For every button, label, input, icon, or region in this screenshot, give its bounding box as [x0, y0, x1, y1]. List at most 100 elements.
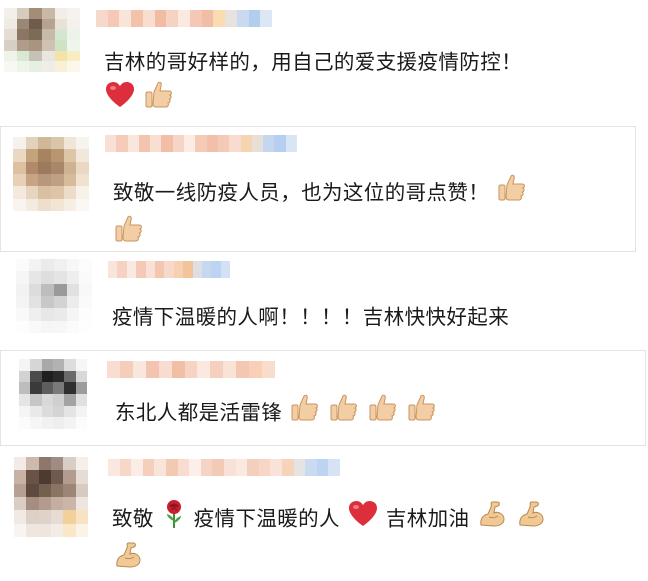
avatar-mosaic-cell — [54, 61, 68, 72]
avatar-mosaic-cell — [30, 382, 42, 394]
avatar-mosaic-cell — [63, 186, 77, 199]
avatar-mosaic-cell — [75, 496, 88, 511]
avatar-mosaic-cell — [63, 198, 77, 211]
username-mosaic-cell — [105, 135, 117, 152]
username-mosaic-cell — [248, 10, 261, 27]
avatar-mosaic-cell — [4, 29, 17, 40]
avatar-mosaic-cell — [75, 457, 88, 471]
username-mosaic-cell — [328, 459, 340, 476]
avatar-mosaic-cell — [79, 295, 92, 309]
avatar-mosaic-cell — [42, 40, 55, 51]
avatar-mosaic-cell — [16, 50, 30, 62]
username-mosaic-cell — [132, 361, 146, 378]
username-mosaic-cell — [145, 261, 155, 278]
username[interactable] — [107, 361, 275, 378]
avatar-mosaic-cell — [50, 523, 64, 537]
avatar[interactable] — [13, 137, 89, 211]
avatar-mosaic-cell — [4, 40, 17, 51]
avatar-mosaic-cell — [38, 161, 51, 174]
avatar[interactable] — [19, 359, 87, 429]
avatar-mosaic-cell — [76, 173, 89, 187]
avatar-mosaic-cell — [54, 50, 68, 62]
avatar-mosaic-cell — [75, 470, 88, 484]
avatar-mosaic-cell — [75, 523, 88, 537]
username-mosaic-cell — [119, 361, 133, 378]
username[interactable] — [108, 261, 230, 278]
username-mosaic-cell — [211, 261, 221, 278]
avatar[interactable] — [16, 259, 92, 333]
comment-text: 致敬一线防疫人员，也为这位的哥点赞！ — [113, 173, 528, 255]
avatar-mosaic-cell — [19, 359, 31, 371]
username-mosaic-cell — [165, 459, 178, 476]
avatar-mosaic-cell — [16, 271, 29, 284]
avatar-mosaic-cell — [54, 295, 67, 309]
username-mosaic-cell — [251, 135, 264, 152]
avatar-mosaic-cell — [14, 510, 27, 524]
username[interactable] — [108, 459, 340, 476]
avatar-mosaic-cell — [50, 483, 64, 497]
username-mosaic-cell — [223, 361, 237, 378]
comment-line-2 — [112, 540, 547, 581]
username-mosaic-cell — [177, 459, 190, 476]
avatar-mosaic-cell — [26, 483, 39, 497]
avatar[interactable] — [14, 457, 88, 537]
thumbs-up-emoji-icon — [329, 393, 359, 434]
username-mosaic-cell — [107, 10, 120, 27]
username-mosaic-cell — [225, 10, 237, 27]
username-mosaic-cell — [201, 261, 212, 278]
avatar-mosaic-cell — [52, 394, 65, 406]
avatar-mosaic-cell — [4, 61, 17, 72]
username-mosaic-cell — [184, 135, 196, 152]
avatar-mosaic-cell — [41, 271, 54, 284]
avatar-mosaic-cell — [64, 359, 76, 371]
avatar-mosaic-cell — [63, 483, 76, 497]
avatar-mosaic-cell — [63, 523, 76, 537]
avatar-mosaic-cell — [52, 417, 65, 429]
avatar-mosaic-cell — [50, 470, 64, 484]
avatar-mosaic-cell — [63, 457, 76, 471]
username-mosaic-cell — [206, 135, 218, 152]
avatar-mosaic-cell — [38, 496, 51, 511]
username-mosaic-cell — [154, 459, 166, 476]
avatar-mosaic-cell — [29, 61, 42, 72]
username-mosaic-cell — [249, 361, 263, 378]
comment-text: 致敬 疫情下温暖的人 吉林加油 — [112, 499, 547, 581]
avatar-mosaic-cell — [75, 394, 87, 406]
avatar-mosaic-cell — [4, 50, 17, 62]
username-mosaic-cell — [213, 10, 226, 27]
red-heart-emoji-icon — [348, 500, 378, 539]
avatar-mosaic-cell — [13, 198, 26, 211]
avatar-mosaic-cell — [13, 137, 26, 150]
avatar-mosaic-cell — [16, 295, 29, 309]
avatar-mosaic-cell — [54, 283, 67, 296]
avatar-mosaic-cell — [16, 320, 29, 333]
username-mosaic-cell — [138, 135, 151, 152]
avatar-mosaic-cell — [16, 8, 30, 19]
avatar-mosaic-cell — [67, 40, 80, 51]
comment-line-1: 疫情下温暖的人啊！！！！吉林快快好起来 — [112, 305, 510, 329]
avatar-mosaic-cell — [79, 271, 92, 284]
avatar-mosaic-cell — [19, 405, 31, 418]
username-mosaic-cell — [262, 361, 275, 378]
username-mosaic-cell — [247, 459, 259, 476]
avatar-mosaic-cell — [42, 50, 55, 62]
username-mosaic-cell — [136, 261, 146, 278]
avatar-mosaic-cell — [16, 29, 30, 40]
avatar-mosaic-cell — [51, 149, 64, 162]
comment-text: 疫情下温暖的人啊！！！！吉林快快好起来 — [112, 299, 509, 335]
avatar[interactable] — [4, 8, 80, 72]
avatar-mosaic-cell — [79, 320, 92, 333]
avatar-mosaic-cell — [54, 40, 68, 51]
avatar-mosaic-cell — [41, 394, 53, 406]
avatar-mosaic-cell — [50, 496, 64, 511]
avatar-mosaic-cell — [76, 186, 89, 199]
thumbs-up-emoji-icon — [290, 393, 320, 434]
avatar-mosaic-cell — [67, 8, 80, 19]
comment-text: 东北人都是活雷锋 — [115, 393, 438, 434]
avatar-mosaic-cell — [66, 259, 80, 272]
username[interactable] — [96, 10, 272, 27]
comment-card: 东北人都是活雷锋 — [0, 350, 646, 446]
username-mosaic-cell — [158, 361, 172, 378]
avatar-mosaic-cell — [64, 382, 76, 394]
username[interactable] — [105, 135, 297, 152]
